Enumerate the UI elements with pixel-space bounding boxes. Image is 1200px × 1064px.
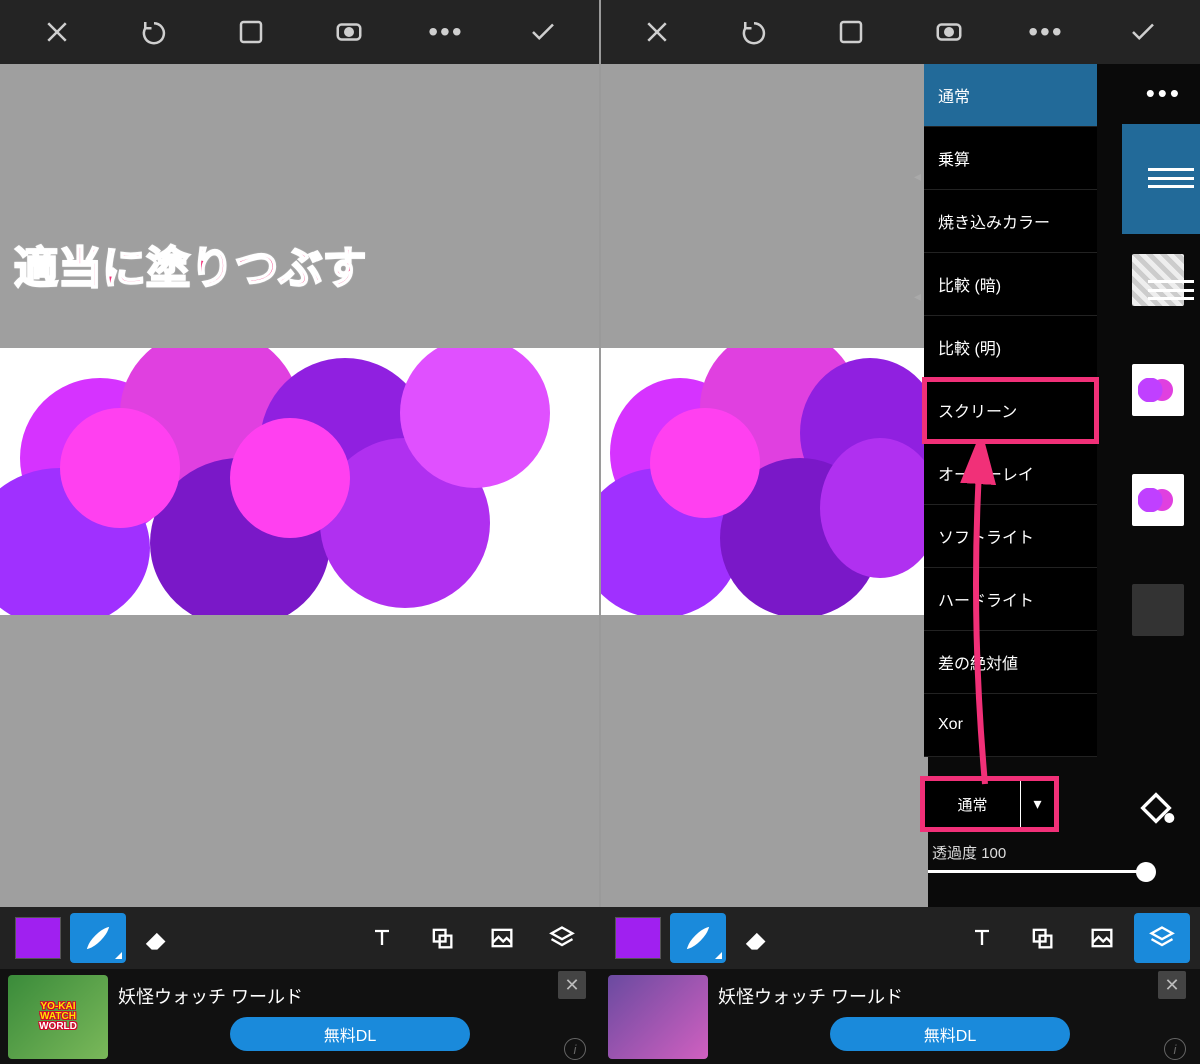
video-icon[interactable] [325,8,373,56]
close-icon[interactable] [633,8,681,56]
layer-handle-icon[interactable] [1148,168,1194,188]
layers-tool[interactable] [1134,913,1190,963]
blend-mode-item[interactable]: 比較 (暗) [924,253,1097,316]
undo-icon[interactable] [730,8,778,56]
blend-mode-item[interactable]: Xor [924,694,1097,757]
blend-mode-button[interactable]: 通常 ▾ [924,780,1055,828]
eraser-tool[interactable] [130,913,186,963]
crop-icon[interactable] [827,8,875,56]
video-icon[interactable] [925,8,973,56]
confirm-icon[interactable] [1119,8,1167,56]
layer-thumb[interactable] [1132,584,1184,636]
blend-mode-item[interactable]: 比較 (明) [924,316,1097,379]
blend-mode-item[interactable]: スクリーン [924,379,1097,442]
layer-thumb[interactable] [1132,364,1184,416]
confirm-icon[interactable] [519,8,567,56]
blend-mode-item[interactable]: オーバーレイ [924,442,1097,505]
ad-title: 妖怪ウォッチ ワールド [118,983,582,1009]
opacity-slider-thumb[interactable] [1136,862,1156,882]
ad-title: 妖怪ウォッチ ワールド [718,983,1182,1009]
more-icon[interactable]: ••• [1022,8,1070,56]
blend-mode-item[interactable]: 通常 [924,64,1097,127]
blend-mode-list: 通常 乗算 焼き込みカラー 比較 (暗) 比較 (明) スクリーン オーバーレイ… [924,64,1097,757]
image-tool[interactable] [474,913,530,963]
ad-thumb[interactable] [608,975,708,1059]
blend-mode-item[interactable]: 焼き込みカラー [924,190,1097,253]
chevron-left-icon: ◂ [914,288,928,302]
text-tool[interactable] [954,913,1010,963]
color-swatch[interactable] [610,913,666,963]
opacity-label: 透過度 100 [932,842,1006,863]
layer-thumb[interactable] [1132,474,1184,526]
opacity-slider[interactable] [928,870,1148,873]
text-tool[interactable] [354,913,410,963]
chevron-left-icon: ◂ [914,168,928,182]
blend-mode-item[interactable]: ハードライト [924,568,1097,631]
ad-download-button[interactable]: 無料DL [230,1017,470,1051]
ad-close-icon[interactable]: ✕ [558,971,586,999]
crop-icon[interactable] [227,8,275,56]
annotation-text: 適当に塗りつぶす [14,232,366,296]
layers-tool[interactable] [534,913,590,963]
brush-tool[interactable] [70,913,126,963]
blend-mode-item[interactable]: 乗算 [924,127,1097,190]
ad-thumb[interactable]: YO-KAIWATCHWORLD [8,975,108,1059]
canvas-left[interactable] [0,64,600,907]
undo-icon[interactable] [130,8,178,56]
ad-info-icon[interactable]: i [564,1038,586,1060]
blend-mode-item[interactable]: 差の絶対値 [924,631,1097,694]
color-swatch[interactable] [10,913,66,963]
divider [599,0,601,968]
panel-more-icon[interactable]: ••• [1146,78,1182,109]
ad-info-icon[interactable]: i [1164,1038,1186,1060]
ad-close-icon[interactable]: ✕ [1158,971,1186,999]
chevron-down-icon[interactable]: ▾ [1021,780,1055,828]
blend-mode-item[interactable]: ソフトライト [924,505,1097,568]
image-tool[interactable] [1074,913,1130,963]
layer-handle-icon[interactable] [1148,280,1194,300]
close-icon[interactable] [33,8,81,56]
fill-bucket-icon[interactable] [1136,788,1176,822]
brush-tool[interactable] [670,913,726,963]
shape-tool[interactable] [414,913,470,963]
ad-download-button[interactable]: 無料DL [830,1017,1070,1051]
more-icon[interactable]: ••• [422,8,470,56]
shape-tool[interactable] [1014,913,1070,963]
eraser-tool[interactable] [730,913,786,963]
